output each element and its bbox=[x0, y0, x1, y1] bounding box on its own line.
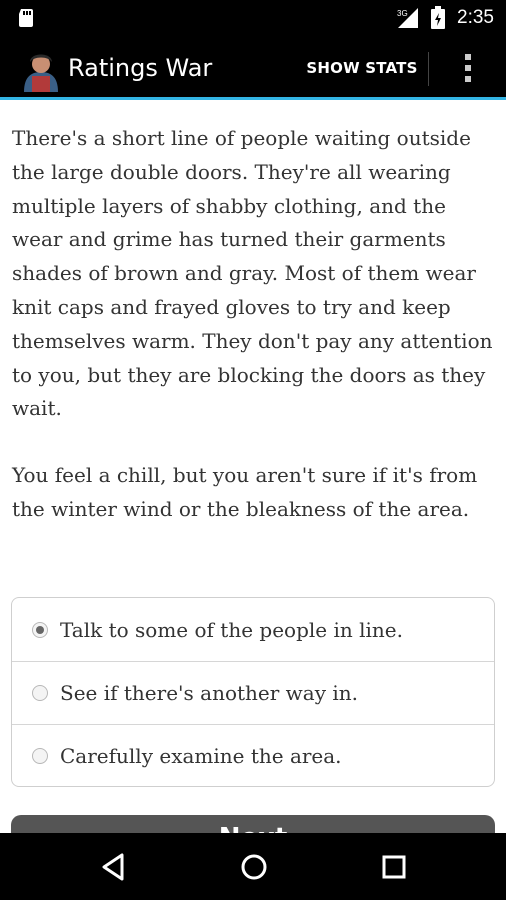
content-area: There's a short line of people waiting o… bbox=[0, 100, 506, 833]
app-title: Ratings War bbox=[68, 54, 213, 82]
choice-label: Carefully examine the area. bbox=[60, 744, 342, 768]
choice-list: Talk to some of the people in line. See … bbox=[11, 597, 495, 787]
home-icon[interactable] bbox=[236, 849, 272, 885]
navigation-bar bbox=[0, 833, 506, 900]
overflow-menu-icon[interactable] bbox=[448, 48, 488, 88]
next-button[interactable]: Next bbox=[11, 815, 495, 833]
choice-label: See if there's another way in. bbox=[60, 681, 359, 705]
radio-checked-icon[interactable] bbox=[32, 621, 48, 638]
battery-icon bbox=[431, 6, 445, 29]
story-paragraph: There's a short line of people waiting o… bbox=[12, 126, 493, 421]
choice-label: Talk to some of the people in line. bbox=[60, 617, 403, 642]
network-type-label: 3G bbox=[397, 9, 408, 18]
status-bar: 3G 2:35 bbox=[0, 0, 506, 36]
signal-icon: 3G bbox=[397, 8, 418, 28]
app-icon[interactable] bbox=[18, 46, 64, 92]
story-text: There's a short line of people waiting o… bbox=[12, 122, 500, 527]
choice-option[interactable]: Carefully examine the area. bbox=[12, 724, 494, 787]
action-divider bbox=[428, 52, 429, 86]
app-bar: Ratings War SHOW STATS bbox=[0, 36, 506, 100]
choice-option[interactable]: See if there's another way in. bbox=[12, 661, 494, 724]
story-paragraph: You feel a chill, but you aren't sure if… bbox=[12, 463, 478, 521]
radio-unchecked-icon[interactable] bbox=[32, 748, 48, 764]
show-stats-button[interactable]: SHOW STATS bbox=[300, 36, 424, 100]
back-icon[interactable] bbox=[96, 849, 132, 885]
choice-option[interactable]: Talk to some of the people in line. bbox=[12, 598, 494, 661]
recents-icon[interactable] bbox=[376, 849, 412, 885]
sd-card-icon bbox=[19, 9, 33, 27]
radio-unchecked-icon[interactable] bbox=[32, 685, 48, 701]
status-clock: 2:35 bbox=[457, 7, 494, 28]
